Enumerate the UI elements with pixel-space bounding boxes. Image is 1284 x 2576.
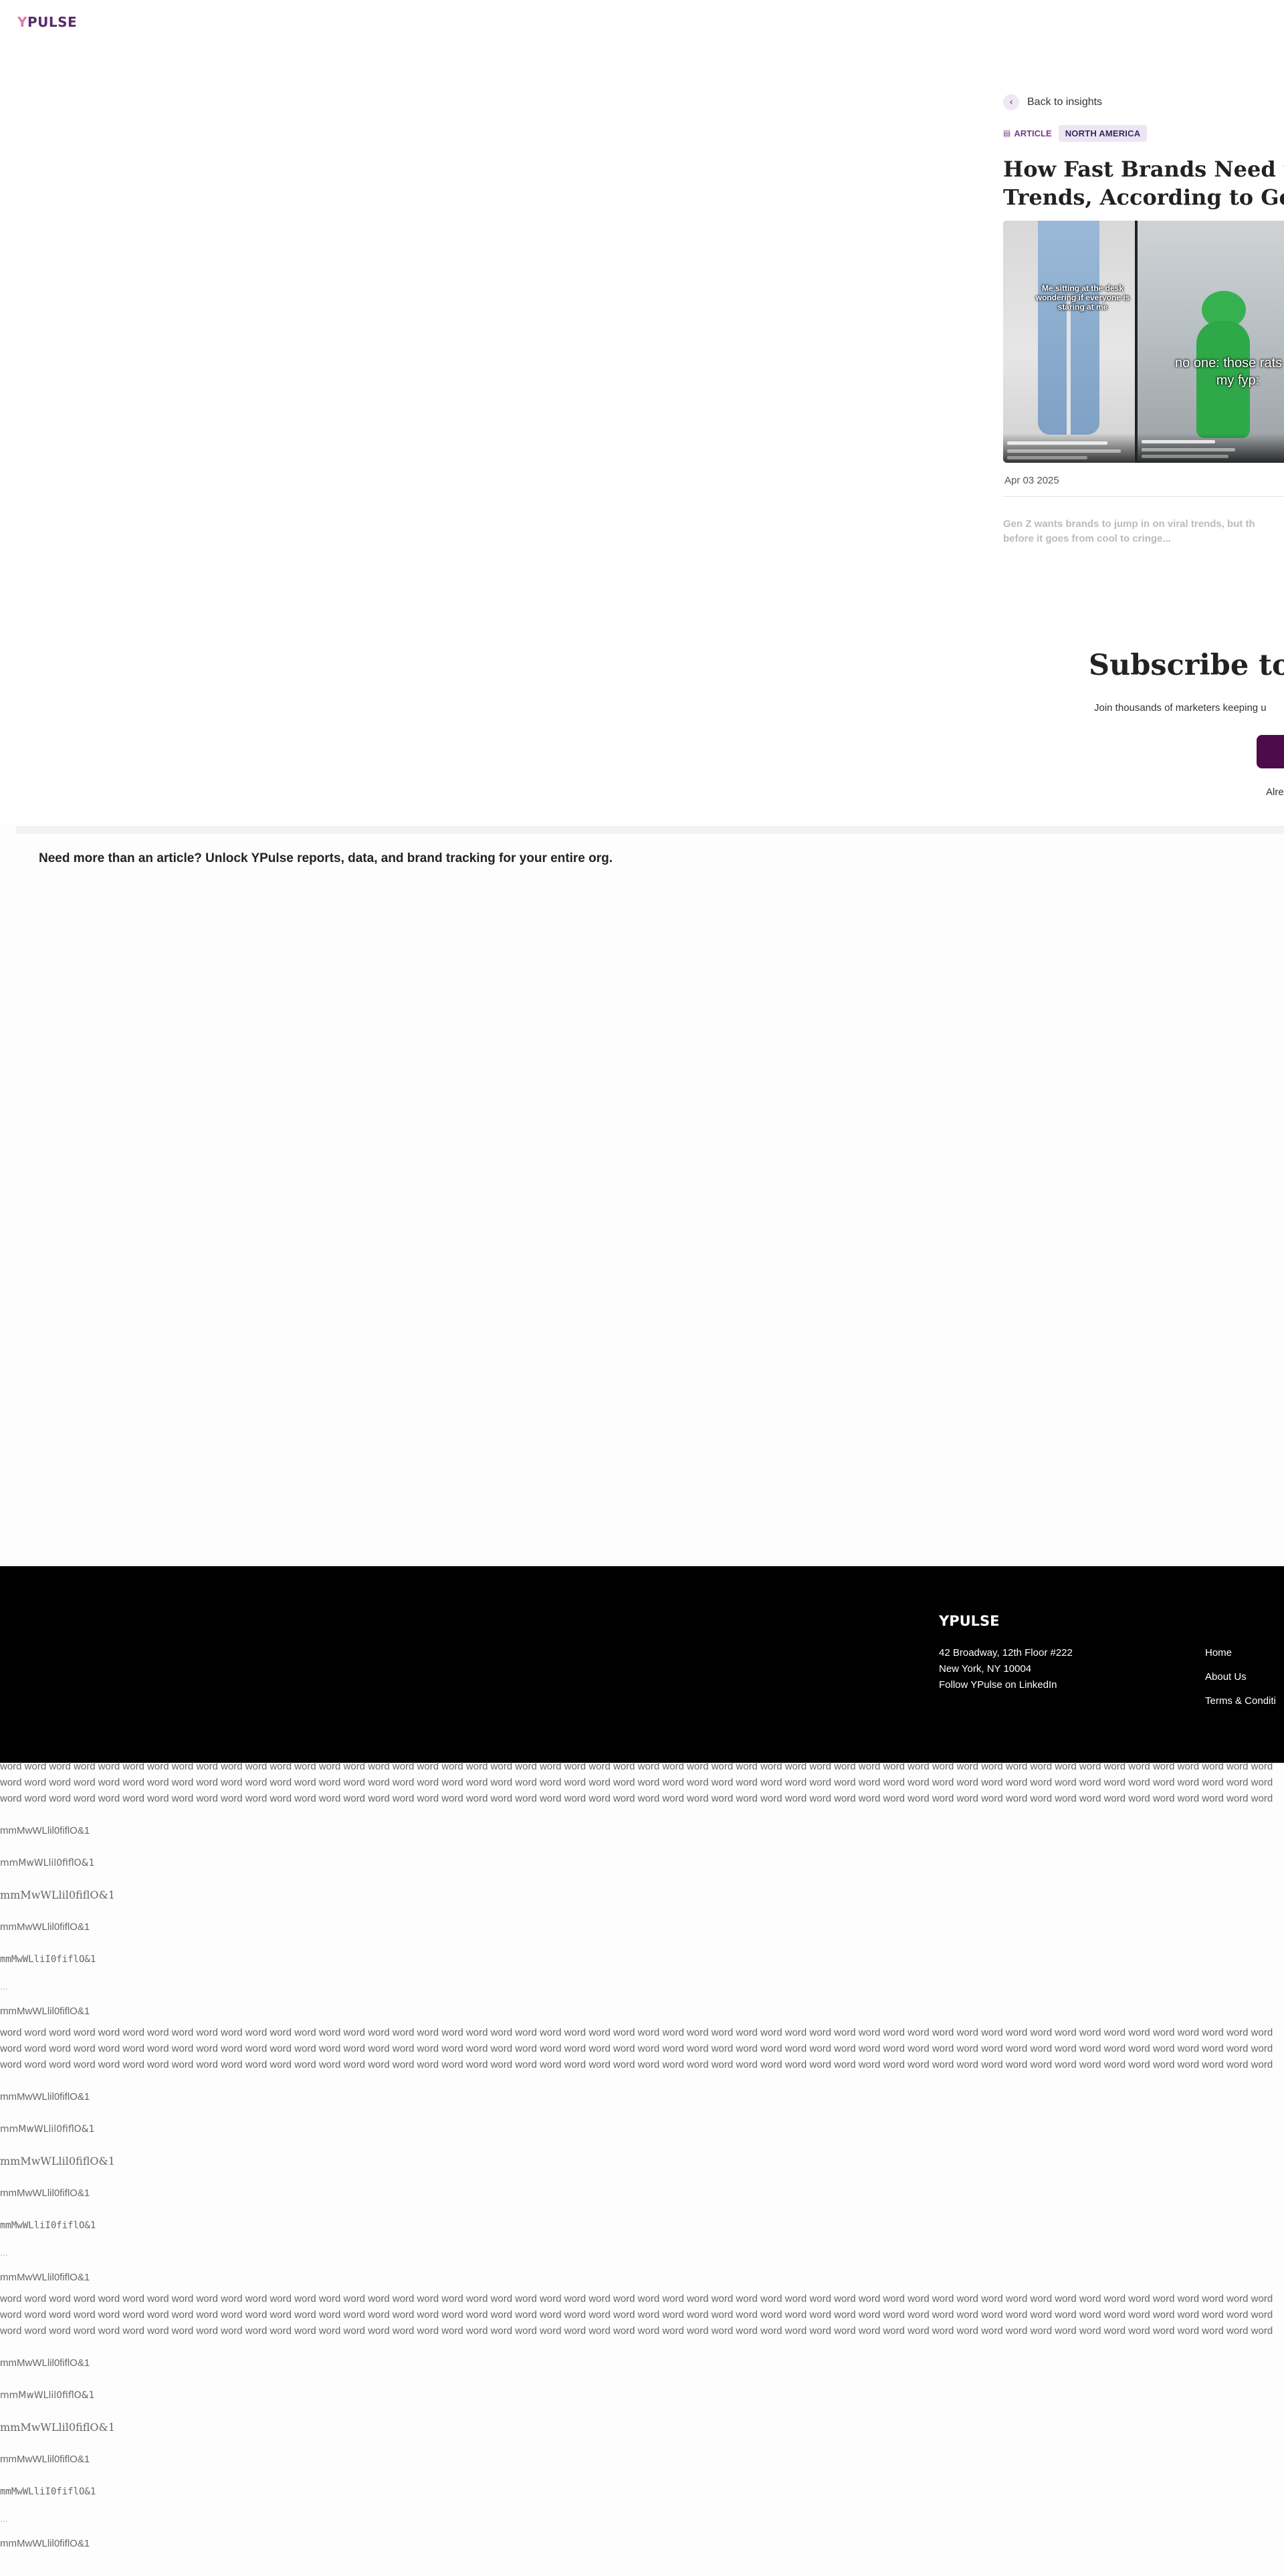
footer-nav: Home About Us Terms & Conditi bbox=[1205, 1645, 1276, 1717]
caption-line bbox=[1142, 448, 1235, 451]
font-probe: mmMwWLliI0fiflO&1 bbox=[0, 2220, 96, 2231]
jeans-split bbox=[1067, 294, 1071, 435]
address-line-1: 42 Broadway, 12th Floor #222 bbox=[939, 1647, 1073, 1658]
ellipsis: … bbox=[0, 2514, 8, 2524]
font-probe: mmMwWLlil0fiflO&1 bbox=[0, 2538, 90, 2549]
font-probe: mmMwWLlil0fiflO&1 bbox=[0, 1825, 90, 1836]
font-probe: mmMwWLlil0fiflO&1 bbox=[0, 2421, 115, 2434]
font-probe: mmMwWLlil0fiflO&1 bbox=[0, 2454, 90, 2465]
hero-caption-2 bbox=[1138, 433, 1284, 463]
font-probe: mmMwWLliI0fiflO&1 bbox=[0, 1954, 96, 1965]
article-type-tag: ▤ ARTICLE bbox=[1003, 128, 1052, 138]
already-subscribed-link[interactable]: Alre bbox=[1266, 786, 1284, 798]
title-line-2: Trends, According to Gen Z bbox=[1003, 185, 1284, 210]
hero-image: Me sitting at the desk wondering if ever… bbox=[1003, 221, 1284, 463]
teaser-line-1: Gen Z wants brands to jump in on viral t… bbox=[1003, 518, 1255, 530]
ypulse-logo[interactable]: YPULSE bbox=[17, 14, 77, 30]
divider bbox=[1003, 496, 1284, 497]
article-teaser: Gen Z wants brands to jump in on viral t… bbox=[1003, 517, 1284, 546]
footer-logo[interactable]: YPULSE bbox=[939, 1613, 1000, 1629]
font-probe: mmMwWLliI0fiflO&1 bbox=[0, 2486, 96, 2497]
hero-caption-1 bbox=[1003, 433, 1135, 463]
site-footer: YPULSE 42 Broadway, 12th Floor #222 New … bbox=[0, 1566, 1284, 1763]
caption-line bbox=[1007, 441, 1107, 445]
font-probe: mmMwWLlil0fiflO&1 bbox=[0, 2155, 115, 2167]
word-filler: word word word word word word word word … bbox=[0, 2293, 1273, 2337]
ellipsis: … bbox=[0, 2248, 8, 2258]
font-test-block: word word word word word word word word … bbox=[0, 2291, 1284, 2552]
hero-overlay-text-2: no one: those rats on my fyp: bbox=[1175, 356, 1284, 388]
publish-date: Apr 03 2025 bbox=[1004, 474, 1059, 486]
word-filler: word word word word word word word word … bbox=[0, 1761, 1273, 1804]
font-probe: mmMwWLlil0fiflO&1 bbox=[0, 2187, 90, 2199]
article-title: How Fast Brands Need to Mo Trends, Accor… bbox=[1003, 155, 1284, 211]
region-tag[interactable]: NORTH AMERICA bbox=[1058, 124, 1148, 142]
article-icon: ▤ bbox=[1003, 128, 1011, 138]
caption-line bbox=[1007, 449, 1121, 453]
font-probe: mmMwWLlil0fiflO&1 bbox=[0, 2272, 90, 2283]
caption-line bbox=[1142, 455, 1228, 458]
font-probe: mmMwWLlil0fiflO&1 bbox=[0, 1858, 95, 1868]
article-page: ‹ Back to insights ▤ ARTICLE NORTH AMERI… bbox=[0, 43, 1284, 825]
back-to-insights-link[interactable]: ‹ Back to insights bbox=[1003, 94, 1284, 111]
back-label: Back to insights bbox=[1027, 96, 1103, 108]
article-meta-row: Apr 03 2025 ↓ bbox=[1003, 471, 1284, 490]
address-line-2: New York, NY 10004 bbox=[939, 1663, 1032, 1675]
font-probe: mmMwWLlil0fiflO&1 bbox=[0, 2006, 90, 2017]
chevron-left-icon: ‹ bbox=[1003, 94, 1019, 110]
hero-panel-frog: no one: those rats on my fyp: bbox=[1138, 221, 1284, 463]
footer-nav-about[interactable]: About Us bbox=[1205, 1669, 1276, 1685]
font-test-block: word word word word word word word word … bbox=[0, 1759, 1284, 2020]
hero-panel-jeans: Me sitting at the desk wondering if ever… bbox=[1003, 221, 1135, 463]
linkedin-link[interactable]: Follow YPulse on LinkedIn bbox=[939, 1677, 1073, 1693]
ellipsis: … bbox=[0, 1982, 8, 1992]
subscribe-heading: Subscribe to bbox=[1089, 649, 1284, 682]
font-probe: mmMwWLlil0fiflO&1 bbox=[0, 1889, 115, 1901]
caption-line bbox=[1007, 456, 1087, 459]
teaser-line-2: before it goes from cool to cringe... bbox=[1003, 533, 1171, 544]
hero-overlay-text-1: Me sitting at the desk wondering if ever… bbox=[1035, 284, 1130, 312]
cta-band bbox=[16, 827, 1284, 834]
subscribe-subtext: Join thousands of marketers keeping u bbox=[1094, 702, 1267, 714]
font-probe: mmMwWLlil0fiflO&1 bbox=[0, 2390, 95, 2401]
font-test-area: word word word word word word word word … bbox=[0, 1759, 1284, 2557]
cta-text: Need more than an article? Unlock YPulse… bbox=[39, 851, 613, 865]
font-probe: mmMwWLlil0fiflO&1 bbox=[0, 1921, 90, 1933]
footer-nav-home[interactable]: Home bbox=[1205, 1645, 1276, 1661]
article-column: ‹ Back to insights ▤ ARTICLE NORTH AMERI… bbox=[1003, 94, 1284, 546]
font-probe: mmMwWLlil0fiflO&1 bbox=[0, 2357, 90, 2369]
word-filler: word word word word word word word word … bbox=[0, 2027, 1273, 2070]
footer-nav-terms[interactable]: Terms & Conditi bbox=[1205, 1693, 1276, 1709]
title-line-1: How Fast Brands Need to Mo bbox=[1003, 156, 1284, 182]
article-tags: ▤ ARTICLE NORTH AMERICA bbox=[1003, 124, 1284, 142]
font-probe: mmMwWLlil0fiflO&1 bbox=[0, 2124, 95, 2135]
font-probe: mmMwWLlil0fiflO&1 bbox=[0, 2091, 90, 2103]
subscribe-button[interactable] bbox=[1257, 735, 1284, 768]
font-test-block: word word word word word word word word … bbox=[0, 2025, 1284, 2286]
caption-line bbox=[1142, 440, 1215, 443]
footer-address: 42 Broadway, 12th Floor #222 New York, N… bbox=[939, 1645, 1073, 1693]
top-navigation-bar: YPULSE bbox=[0, 0, 1284, 43]
article-type-label: ARTICLE bbox=[1014, 128, 1052, 138]
